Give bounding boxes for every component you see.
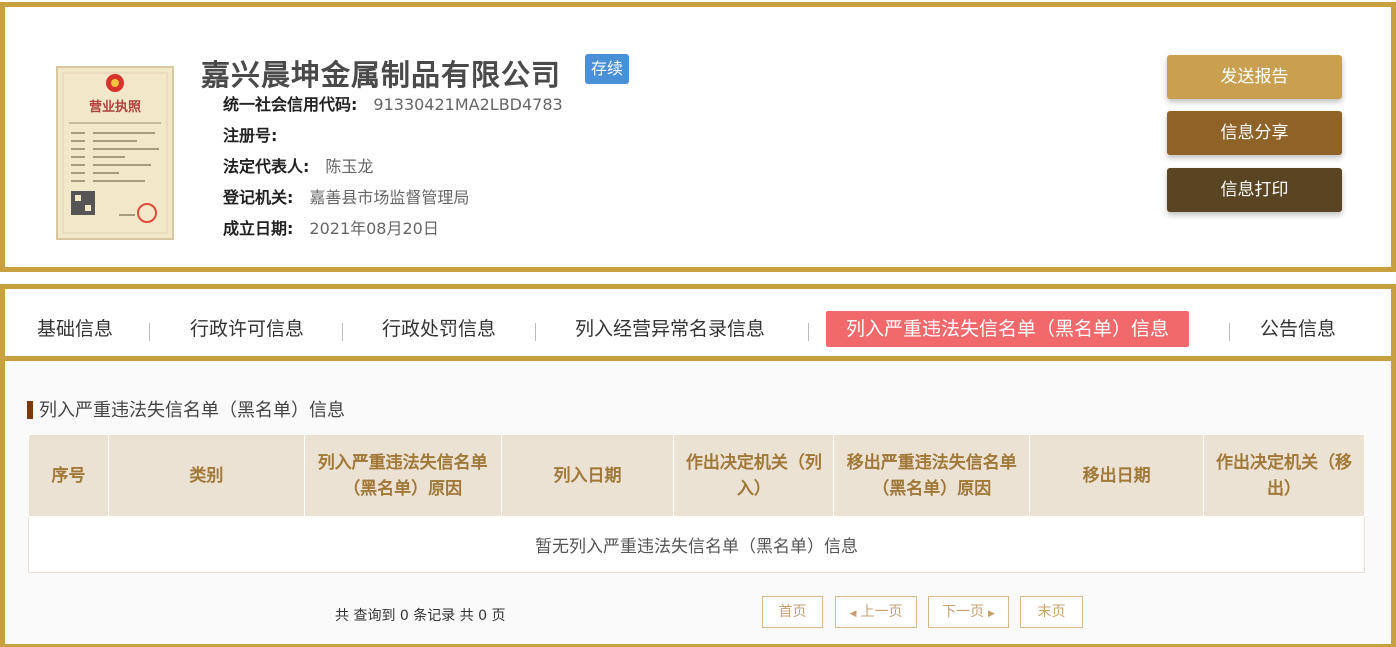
section-heading: 列入严重违法失信名单（黑名单）信息 [27,399,345,423]
registration-authority-value: 嘉善县市场监督管理局 [309,188,470,207]
company-name: 嘉兴晨坤金属制品有限公司 [201,58,562,92]
tab-divider [535,323,536,341]
prev-page-label: 上一页 [860,604,903,620]
registration-number-row: 注册号: [223,124,293,148]
business-license-image: 营业执照 [56,66,174,240]
next-page-button[interactable]: 下一页 ▶ [928,596,1009,628]
credit-code-row: 统一社会信用代码: 91330421MA2LBD4783 [223,93,563,117]
tab-blacklist[interactable]: 列入严重违法失信名单（黑名单）信息 [826,311,1190,347]
registration-authority-row: 登记机关: 嘉善县市场监督管理局 [223,186,469,210]
chevron-left-icon: ◀ [849,609,857,619]
company-card: 营业执照 嘉兴晨坤金属制品有限公司 存续 统一社会信用代码: 91330421MA… [0,2,1396,272]
prev-page-button[interactable]: ◀ 上一页 [835,596,917,628]
tab-announcements[interactable]: 公告信息 [1260,311,1336,347]
table-header-row: 序号 类别 列入严重违法失信名单（黑名单）原因 列入日期 作出决定机关（列入） … [28,434,1365,517]
detail-panel: 基础信息 行政许可信息 行政处罚信息 列入经营异常名录信息 列入严重违法失信名单… [0,284,1396,647]
column-header: 作出决定机关（移出） [1203,434,1365,517]
tab-divider [1229,323,1230,341]
column-header: 移出日期 [1029,434,1205,517]
legal-representative-row: 法定代表人: 陈玉龙 [223,155,373,179]
license-title: 营业执照 [89,99,141,115]
legal-representative-label: 法定代表人: [223,157,310,176]
tab-admin-license[interactable]: 行政许可信息 [190,311,304,347]
empty-state-message: 暂无列入严重违法失信名单（黑名单）信息 [28,516,1365,573]
credit-code-value: 91330421MA2LBD4783 [373,95,563,114]
pagination-summary: 共 查询到 0 条记录 共 0 页 [335,608,506,624]
tab-admin-penalty[interactable]: 行政处罚信息 [382,311,496,347]
last-page-button[interactable]: 末页 [1020,596,1083,628]
registration-authority-label: 登记机关: [223,188,294,207]
blacklist-table: 序号 类别 列入严重违法失信名单（黑名单）原因 列入日期 作出决定机关（列入） … [28,434,1365,573]
share-info-button[interactable]: 信息分享 [1167,111,1342,155]
section-title: 列入严重违法失信名单（黑名单）信息 [39,400,345,421]
tab-basic-info[interactable]: 基础信息 [37,311,113,347]
first-page-button[interactable]: 首页 [762,596,823,628]
tab-abnormal-operation[interactable]: 列入经营异常名录信息 [575,311,765,347]
establish-date-label: 成立日期: [223,219,294,238]
establish-date-row: 成立日期: 2021年08月20日 [223,217,439,241]
status-badge: 存续 [585,54,630,84]
chevron-right-icon: ▶ [988,609,995,619]
column-header: 列入严重违法失信名单（黑名单）原因 [303,434,502,517]
next-page-label: 下一页 [942,604,985,620]
column-header: 列入日期 [500,434,675,517]
section-marker [27,401,33,419]
credit-code-label: 统一社会信用代码: [223,95,358,114]
legal-representative-value: 陈玉龙 [325,157,374,176]
table-row: 暂无列入严重违法失信名单（黑名单）信息 [28,516,1365,573]
print-info-button[interactable]: 信息打印 [1167,168,1342,212]
tab-bar: 基础信息 行政许可信息 行政处罚信息 列入经营异常名录信息 列入严重违法失信名单… [5,289,1391,361]
establish-date-value: 2021年08月20日 [309,219,439,238]
tab-divider [342,323,343,341]
column-header: 移出严重违法失信名单（黑名单）原因 [833,434,1031,517]
send-report-button[interactable]: 发送报告 [1167,55,1342,99]
column-header: 作出决定机关（列入） [673,434,835,517]
registration-number-label: 注册号: [223,126,278,145]
tab-divider [149,323,150,341]
column-header: 类别 [107,434,305,517]
tab-divider [808,323,809,341]
column-header: 序号 [28,434,109,517]
